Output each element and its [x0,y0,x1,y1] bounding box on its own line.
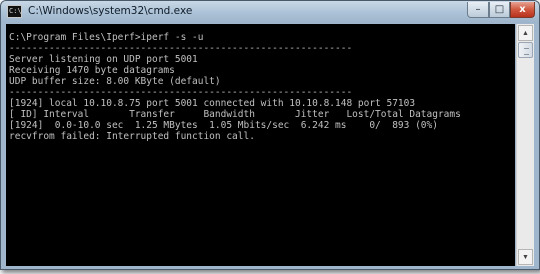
console-line: C:\Program Files\Iperf>iperf -s -u [9,32,204,43]
console-line: UDP buffer size: 8.00 KByte (default) [9,76,221,87]
minimize-button[interactable]: – [467,2,489,18]
vertical-scrollbar[interactable]: ▲ ▼ [516,24,534,266]
console-line: ----------------------------------------… [9,43,353,54]
close-button[interactable]: x [510,2,535,18]
scroll-up-arrow-icon[interactable]: ▲ [518,25,533,41]
console-line: [1924] local 10.10.8.75 port 5001 connec… [9,98,416,109]
title-bar[interactable]: C:\ C:\Windows\system32\cmd.exe – □ x [1,1,539,23]
console-line: [1924] 0.0-10.0 sec 1.25 MBytes 1.05 Mbi… [9,120,438,131]
console-line: [ ID] Interval Transfer Bandwidth Jitter… [9,109,461,120]
maximize-button[interactable]: □ [489,2,510,18]
scrollbar-thumb[interactable] [518,42,533,58]
console-line: Receiving 1470 byte datagrams [9,65,175,76]
console-line: recvfrom failed: Interrupted function ca… [9,131,255,142]
grip-icon [524,48,529,55]
console-line: ----------------------------------------… [9,87,353,98]
window-title: C:\Windows\system32\cmd.exe [28,5,193,17]
scroll-down-arrow-icon[interactable]: ▼ [518,249,533,265]
cmd-window: C:\ C:\Windows\system32\cmd.exe – □ x C:… [0,0,540,270]
console-output[interactable]: C:\Program Files\Iperf>iperf -s -u ------… [6,24,515,266]
cmd-icon[interactable]: C:\ [7,5,22,18]
console-line: Server listening on UDP port 5001 [9,54,198,65]
